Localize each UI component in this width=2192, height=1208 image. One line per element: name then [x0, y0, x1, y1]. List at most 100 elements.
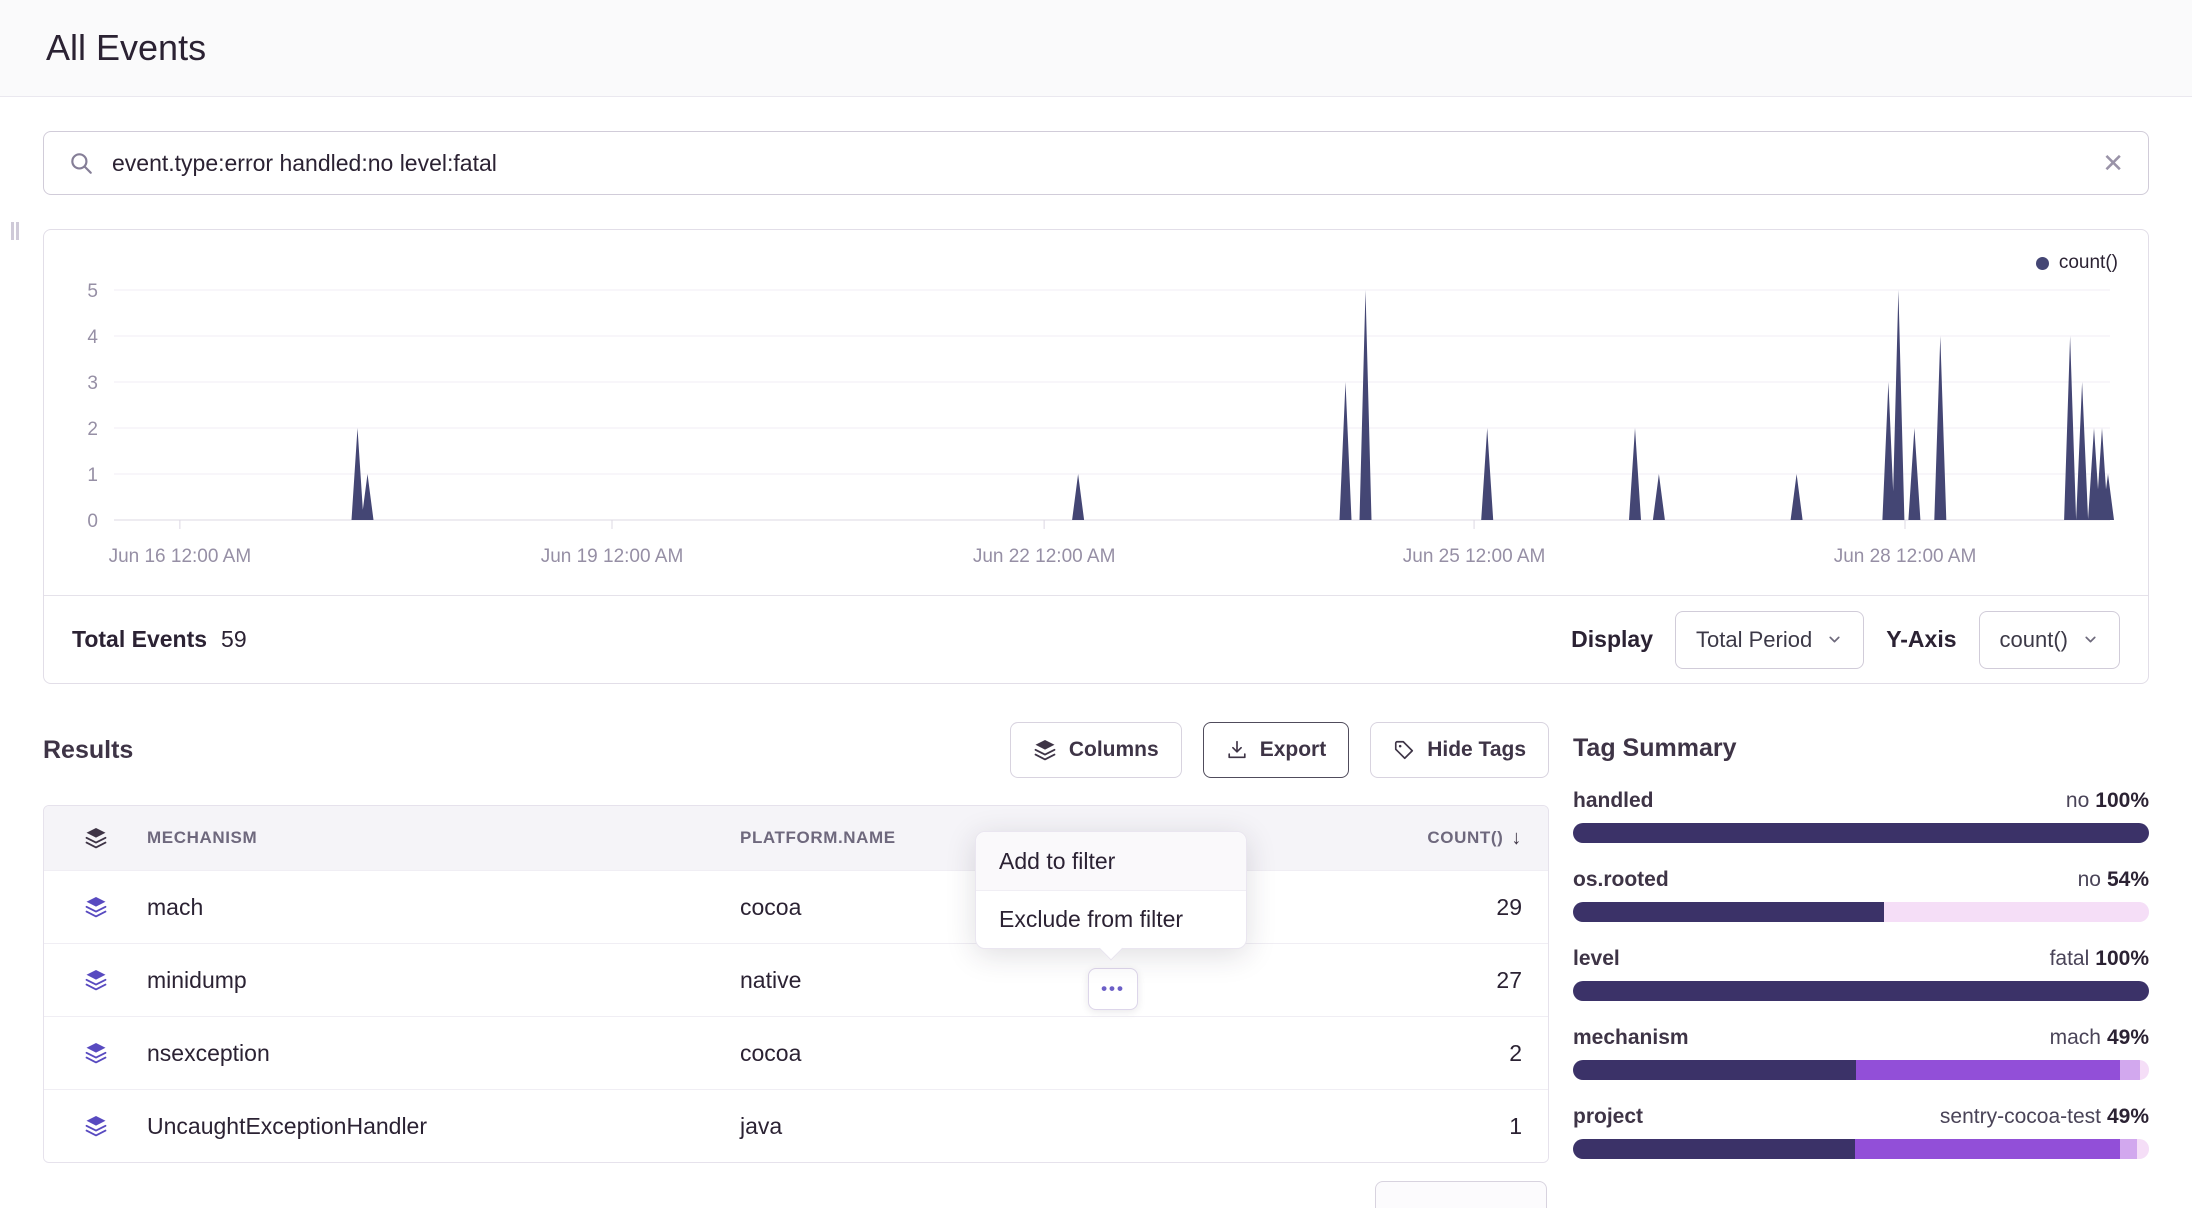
- results-toolbar: Columns Export Hide Tags: [1010, 722, 1549, 778]
- tag-percent: 49%: [2107, 1105, 2149, 1128]
- bar-segment: [1573, 1139, 1855, 1159]
- display-dropdown[interactable]: Total Period: [1675, 611, 1864, 669]
- bar-segment: [1884, 902, 2149, 922]
- tag-top-value: fatal: [2050, 947, 2090, 970]
- table-row[interactable]: minidump native 27: [44, 943, 1548, 1016]
- cell-mechanism[interactable]: mach: [147, 894, 740, 921]
- export-button[interactable]: Export: [1203, 722, 1350, 778]
- tag-summary-title: Tag Summary: [1573, 734, 2149, 763]
- tag-percent: 100%: [2095, 789, 2149, 812]
- results-header: Results Columns Export Hide Tags: [43, 722, 1549, 778]
- cell-actions-button[interactable]: •••: [1088, 968, 1138, 1010]
- results-table-wrap: MECHANISM PLATFORM.NAME COUNT()↓ mach co…: [43, 805, 1549, 1163]
- table-body: mach cocoa 29 minidump native 27 nsexcep…: [44, 870, 1548, 1162]
- stack-icon: [1033, 738, 1057, 762]
- bar-segment: [1573, 981, 2149, 1001]
- display-label: Display: [1571, 626, 1653, 653]
- stack-icon: [84, 968, 108, 992]
- svg-text:Jun 25 12:00 AM: Jun 25 12:00 AM: [1403, 546, 1546, 567]
- tag-summary-item: project sentry-cocoa-test49%: [1573, 1105, 2149, 1159]
- cell-platform[interactable]: cocoa: [740, 1040, 1190, 1067]
- svg-text:1: 1: [87, 465, 98, 486]
- tag-summary-item: handled no100%: [1573, 789, 2149, 843]
- cell-mechanism[interactable]: nsexception: [147, 1040, 740, 1067]
- tag-percent: 54%: [2107, 868, 2149, 891]
- search-icon: [68, 150, 94, 176]
- results-section: Results Columns Export Hide Tags MECHANI…: [43, 722, 1549, 1163]
- stack-icon: [84, 826, 108, 850]
- chevron-down-icon: [2082, 631, 2099, 648]
- tag-distribution-bar[interactable]: [1573, 981, 2149, 1001]
- cell-mechanism[interactable]: UncaughtExceptionHandler: [147, 1113, 740, 1140]
- yaxis-dropdown[interactable]: count(): [1979, 611, 2120, 669]
- table-header-row: MECHANISM PLATFORM.NAME COUNT()↓: [44, 806, 1548, 870]
- total-events: Total Events 59: [72, 626, 247, 653]
- chart-controls: Display Total Period Y-Axis count(): [1571, 611, 2120, 669]
- bar-segment: [1856, 1060, 2120, 1080]
- svg-text:3: 3: [87, 373, 98, 394]
- drag-handle-icon[interactable]: [11, 222, 14, 240]
- pagination-button[interactable]: [1375, 1181, 1547, 1208]
- search-row: event.type:error handled:no level:fatal …: [0, 97, 2192, 195]
- tag-distribution-bar[interactable]: [1573, 1060, 2149, 1080]
- tag-name: mechanism: [1573, 1026, 1689, 1050]
- tag-summary-item: level fatal100%: [1573, 947, 2149, 1001]
- svg-text:0: 0: [87, 511, 98, 532]
- page-title: All Events: [46, 27, 206, 69]
- cell-count[interactable]: 1: [1190, 1113, 1548, 1140]
- stack-icon: [84, 1114, 108, 1138]
- legend-dot: [2036, 257, 2049, 270]
- chart-legend[interactable]: count(): [2036, 252, 2118, 274]
- page-header: All Events: [0, 0, 2192, 97]
- download-icon: [1226, 739, 1248, 761]
- bar-segment: [2137, 1139, 2149, 1159]
- clear-search-icon[interactable]: ✕: [2102, 150, 2124, 176]
- svg-text:5: 5: [87, 281, 98, 302]
- total-events-label: Total Events: [72, 626, 207, 653]
- stack-icon: [84, 1041, 108, 1065]
- bar-segment: [2120, 1060, 2140, 1080]
- table-row[interactable]: UncaughtExceptionHandler java 1: [44, 1089, 1548, 1162]
- total-events-value: 59: [221, 626, 247, 653]
- bar-segment: [2140, 1060, 2149, 1080]
- menu-item-add-to-filter[interactable]: Add to filter: [976, 832, 1246, 890]
- cell-platform[interactable]: java: [740, 1113, 1190, 1140]
- tag-percent: 100%: [2095, 947, 2149, 970]
- main-content: Results Columns Export Hide Tags MECHANI…: [0, 722, 2192, 1184]
- chart-footer: Total Events 59 Display Total Period Y-A…: [44, 595, 2148, 683]
- display-dropdown-value: Total Period: [1696, 627, 1812, 653]
- bar-segment: [1573, 1060, 1856, 1080]
- search-bar[interactable]: event.type:error handled:no level:fatal …: [43, 131, 2149, 195]
- ellipsis-icon: •••: [1101, 979, 1125, 999]
- svg-text:2: 2: [87, 419, 98, 440]
- tag-summary: Tag Summary handled no100% os.rooted no 5…: [1573, 722, 2149, 1184]
- table-row[interactable]: nsexception cocoa 2: [44, 1016, 1548, 1089]
- sort-desc-icon: ↓: [1511, 827, 1522, 850]
- stack-icon: [84, 895, 108, 919]
- tag-icon: [1393, 739, 1415, 761]
- tag-distribution-bar[interactable]: [1573, 1139, 2149, 1159]
- chevron-down-icon: [1826, 631, 1843, 648]
- cell-count[interactable]: 27: [1190, 967, 1548, 994]
- cell-mechanism[interactable]: minidump: [147, 967, 740, 994]
- results-table: MECHANISM PLATFORM.NAME COUNT()↓ mach co…: [43, 805, 1549, 1163]
- tag-distribution-bar[interactable]: [1573, 823, 2149, 843]
- chart-canvas[interactable]: 012345Jun 16 12:00 AMJun 19 12:00 AMJun …: [44, 230, 2148, 595]
- events-chart-panel: 012345Jun 16 12:00 AMJun 19 12:00 AMJun …: [43, 229, 2149, 684]
- table-row[interactable]: mach cocoa 29: [44, 870, 1548, 943]
- tag-name: level: [1573, 947, 1620, 971]
- tag-name: handled: [1573, 789, 1654, 813]
- cell-count[interactable]: 2: [1190, 1040, 1548, 1067]
- results-title: Results: [43, 736, 133, 765]
- svg-text:Jun 16 12:00 AM: Jun 16 12:00 AM: [109, 546, 252, 567]
- tag-distribution-bar[interactable]: [1573, 902, 2149, 922]
- hide-tags-button[interactable]: Hide Tags: [1370, 722, 1549, 778]
- search-input[interactable]: event.type:error handled:no level:fatal: [112, 150, 2084, 177]
- tag-top-value: sentry-cocoa-test: [1940, 1105, 2101, 1128]
- columns-button[interactable]: Columns: [1010, 722, 1182, 778]
- events-chart[interactable]: 012345Jun 16 12:00 AMJun 19 12:00 AMJun …: [44, 230, 2148, 595]
- yaxis-dropdown-value: count(): [2000, 627, 2068, 653]
- column-header-mechanism[interactable]: MECHANISM: [147, 828, 740, 848]
- tag-top-value: no: [2078, 868, 2101, 891]
- tag-name: os.rooted: [1573, 868, 1669, 892]
